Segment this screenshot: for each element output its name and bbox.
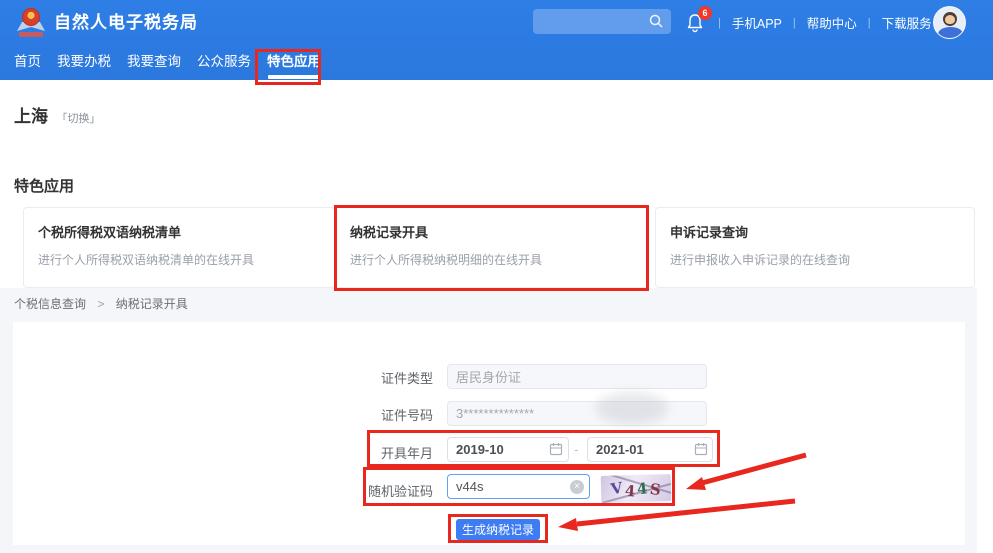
captcha-letter: S [649,479,662,498]
breadcrumb-separator: > [97,297,104,311]
card-tax-record-issue[interactable]: 纳税记录开具 进行个人所得税纳税明细的在线开具 [335,207,648,288]
link-divider: | [868,17,871,29]
calendar-icon[interactable] [549,442,563,456]
card-title: 个税所得税双语纳税清单 [38,222,320,241]
nav-featured-apps[interactable]: 特色应用 [267,45,321,80]
nav-home[interactable]: 首页 [14,45,41,80]
cert-type-field[interactable] [447,364,707,389]
main-nav: 首页 我要办税 我要查询 公众服务 特色应用 [0,45,993,80]
card-title: 申诉记录查询 [670,222,960,241]
card-bilingual-tax-list[interactable]: 个税所得税双语纳税清单 进行个人所得税双语纳税清单的在线开具 [23,207,335,288]
captcha-input[interactable] [447,474,590,499]
tax-bureau-logo-icon [16,7,46,39]
section-title: 特色应用 [14,175,74,196]
card-appeal-record-query[interactable]: 申诉记录查询 进行申报收入申诉记录的在线查询 [655,207,975,288]
period-label: 开具年月 [348,443,433,462]
user-avatar[interactable] [933,6,966,39]
notifications-button[interactable]: 6 [686,8,712,36]
app-header: 自然人电子税务局 6 | 手机APP | 帮助中心 | 下载服务 首页 我要 [0,0,993,80]
cert-no-field[interactable] [447,401,707,426]
form-panel [13,322,965,545]
search-icon[interactable] [648,13,664,29]
region-switch-link[interactable]: 「切换」 [56,113,100,125]
breadcrumb-item-current: 纳税记录开具 [116,297,188,311]
nav-tax-handling[interactable]: 我要办税 [57,45,111,80]
header-links: | 手机APP | 帮助中心 | 下载服务 [718,0,932,45]
breadcrumb-item-query[interactable]: 个税信息查询 [14,297,86,311]
page: 自然人电子税务局 6 | 手机APP | 帮助中心 | 下载服务 首页 我要 [0,0,993,553]
nav-public-service[interactable]: 公众服务 [197,45,251,80]
clear-input-icon[interactable]: × [570,480,584,494]
region-line: 上海 「切换」 [14,102,100,127]
card-desc: 进行个人所得税双语纳税清单的在线开具 [38,251,320,268]
period-range-separator: - [574,442,578,457]
nav-query[interactable]: 我要查询 [127,45,181,80]
card-desc: 进行申报收入申诉记录的在线查询 [670,251,960,268]
card-desc: 进行个人所得税纳税明细的在线开具 [350,251,633,268]
breadcrumb: 个税信息查询 > 纳税记录开具 [14,295,188,312]
cert-type-label: 证件类型 [348,368,433,387]
card-title: 纳税记录开具 [350,222,633,241]
help-center-link[interactable]: 帮助中心 [807,13,857,32]
download-service-link[interactable]: 下载服务 [882,13,932,32]
cert-no-label: 证件号码 [348,405,433,424]
mobile-app-link[interactable]: 手机APP [732,13,782,32]
captcha-letter: V [610,478,624,498]
site-title: 自然人电子税务局 [54,0,198,45]
captcha-letter: 4 [636,479,648,498]
region-name: 上海 [14,107,48,126]
generate-tax-record-button[interactable]: 生成纳税记录 [456,519,540,540]
link-divider: | [793,17,796,29]
link-divider: | [718,17,721,29]
captcha-image[interactable]: V 4 4 S [601,474,672,503]
calendar-icon[interactable] [694,442,708,456]
captcha-label: 随机验证码 [348,481,433,500]
notification-badge: 6 [698,6,712,20]
captcha-letter: 4 [624,481,636,500]
